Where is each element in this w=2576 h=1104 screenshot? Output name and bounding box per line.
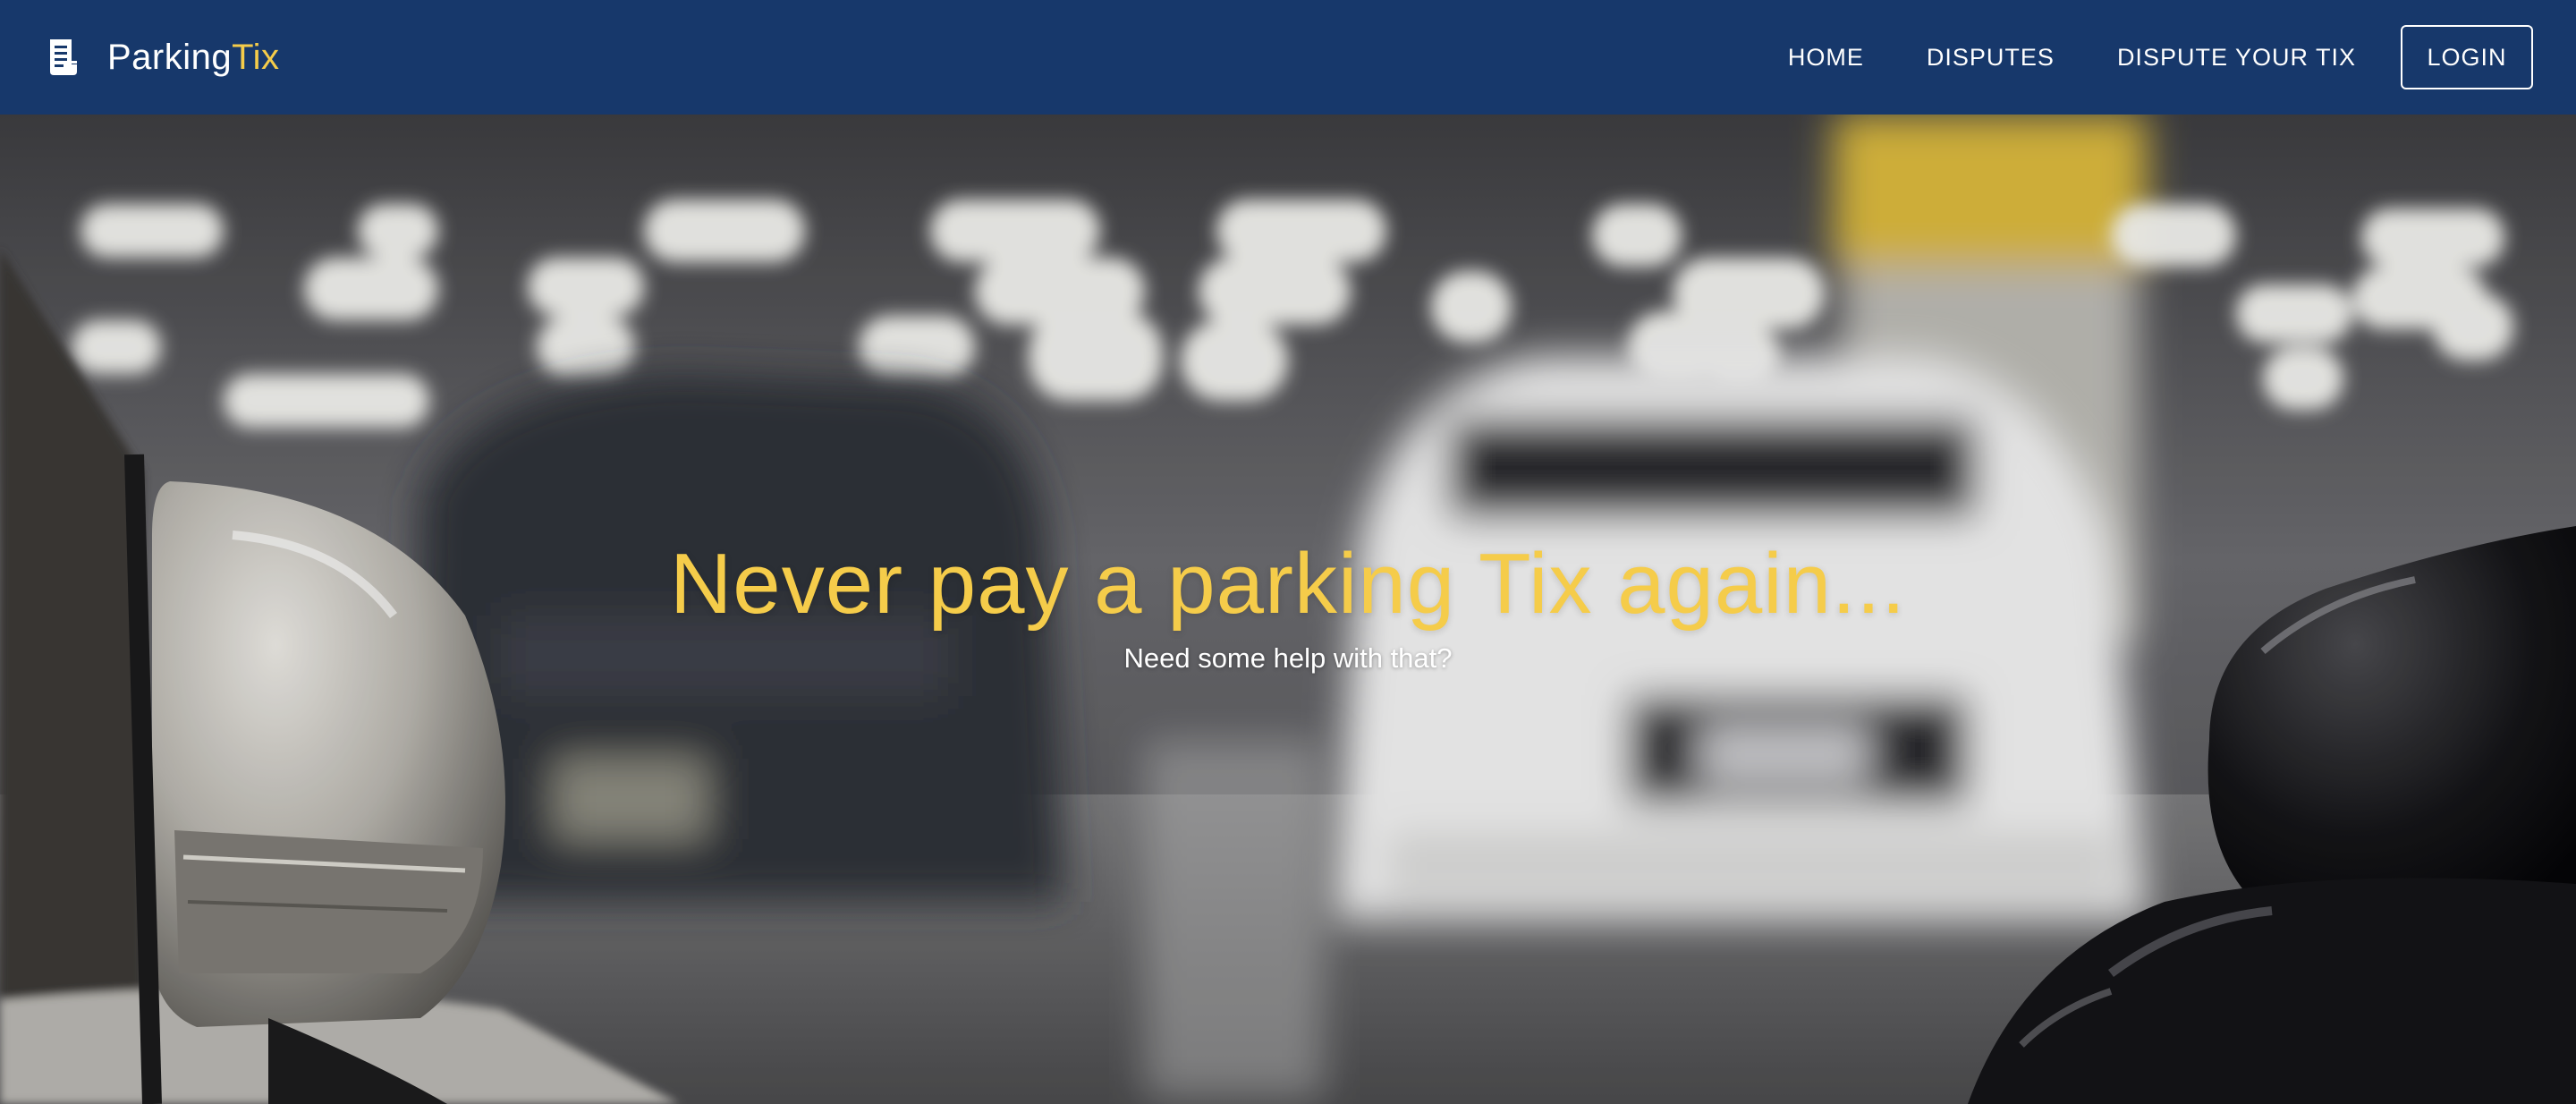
brand-name-accent: Tix (232, 37, 280, 77)
hero-subtitle: Need some help with that? (1123, 642, 1453, 674)
brand-name: ParkingTix (107, 38, 279, 78)
login-button[interactable]: LOGIN (2401, 25, 2533, 89)
nav-link-home[interactable]: HOME (1788, 44, 1864, 72)
receipt-icon (47, 38, 80, 77)
navbar: ParkingTix HOME DISPUTES DISPUTE YOUR TI… (0, 0, 2576, 115)
hero-section: Never pay a parking Tix again... Need so… (0, 115, 2576, 1104)
brand-name-primary: Parking (107, 37, 233, 77)
hero-content: Never pay a parking Tix again... Need so… (0, 115, 2576, 1104)
hero-title: Never pay a parking Tix again... (669, 536, 1907, 632)
nav-links: HOME DISPUTES DISPUTE YOUR TIX LOGIN (1788, 0, 2533, 115)
nav-link-disputes[interactable]: DISPUTES (1927, 44, 2055, 72)
brand-logo-link[interactable]: ParkingTix (47, 0, 279, 115)
nav-link-dispute-your-tix[interactable]: DISPUTE YOUR TIX (2117, 44, 2356, 72)
